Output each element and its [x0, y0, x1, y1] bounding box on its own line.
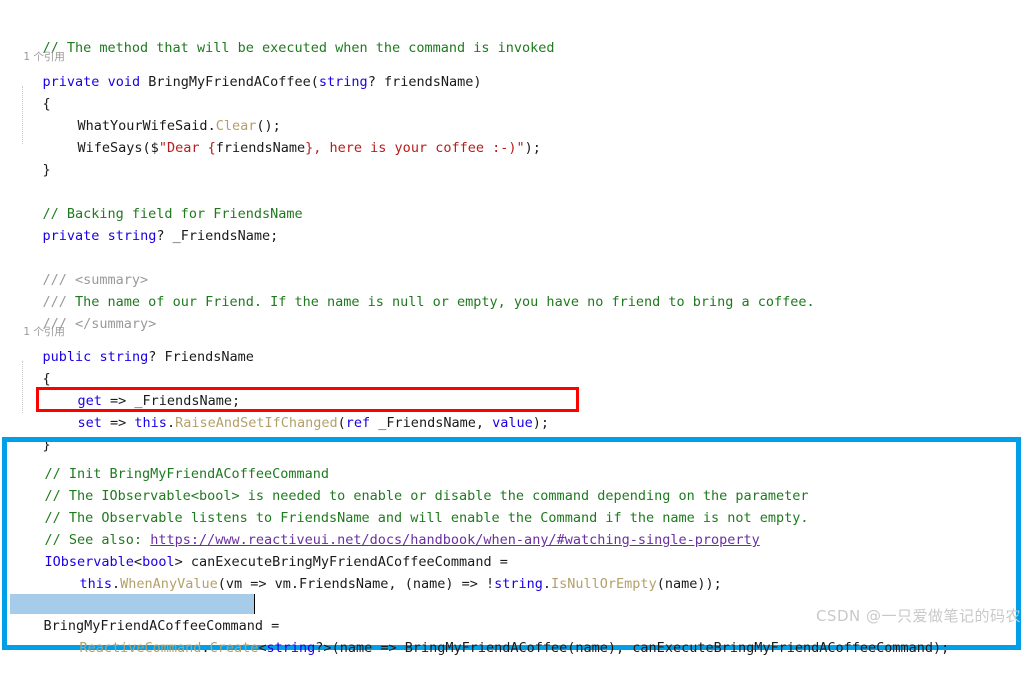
keyword-value: value: [492, 415, 533, 431]
property-name: FriendsName: [164, 349, 254, 365]
doc-summary-text: The name of our Friend. If the name is n…: [75, 294, 815, 310]
field-ref: _FriendsName,: [370, 415, 493, 431]
generic-open: <: [258, 640, 267, 656]
code-line-18[interactable]: // The IObservable<bool> is needed to en…: [12, 463, 809, 504]
quote-open: ": [158, 140, 167, 156]
method-raise-and-set-if-changed: RaiseAndSetIfChanged: [175, 415, 338, 431]
code-line-13[interactable]: {: [10, 346, 51, 387]
generic-type-string: string: [266, 640, 316, 656]
code-line-15[interactable]: set => this.RaiseAndSetIfChanged(ref _Fr…: [45, 390, 549, 431]
code-line-22[interactable]: this.WhenAnyValue(vm => vm.FriendsName, …: [47, 551, 722, 592]
open-paren: (: [217, 576, 226, 592]
nullable-marker: ?: [148, 349, 165, 365]
method-name: BringMyFriendACoffee: [148, 74, 311, 90]
code-line-9[interactable]: /// <summary>: [10, 247, 149, 288]
method-call: WifeSays: [77, 140, 143, 156]
interp-brace-open: {: [207, 140, 216, 156]
lambda-arrow: =>: [101, 415, 135, 431]
param-type: string: [318, 74, 368, 90]
call-tail: (name));: [656, 576, 722, 592]
code-line-16[interactable]: }: [10, 412, 51, 453]
call-tail: );: [532, 415, 549, 431]
code-editor[interactable]: // The method that will be executed when…: [0, 0, 1029, 658]
param-name: friendsName: [383, 74, 474, 90]
property-ref: FriendsName, (name) => !: [299, 576, 495, 592]
code-line-10[interactable]: /// The name of our Friend. If the name …: [10, 269, 815, 310]
code-line-7[interactable]: // Backing field for FriendsName: [10, 181, 303, 222]
keyword-this: this: [79, 576, 113, 592]
nullable-marker: ?: [156, 228, 173, 244]
code-line-19[interactable]: // The Observable listens to FriendsName…: [12, 485, 809, 526]
method-is-null-or-empty: IsNullOrEmpty: [551, 576, 657, 592]
code-line-8[interactable]: private string? _FriendsName;: [10, 203, 279, 244]
semicolon: ;: [270, 228, 279, 244]
keyword-set: set: [77, 415, 102, 431]
keyword-private: private: [42, 74, 100, 90]
string-part-b: , here is your coffee :-): [313, 140, 517, 156]
lambda-open: (name =>: [331, 640, 405, 656]
dot: .: [166, 415, 176, 431]
code-line-23[interactable]: BringMyFriendACoffeeCommand =: [11, 593, 280, 634]
dot: .: [112, 576, 121, 592]
code-line-21[interactable]: IObservable<bool> canExecuteBringMyFrien…: [12, 529, 508, 570]
open-dollar: ($: [142, 140, 159, 156]
method-create: Create: [209, 640, 259, 656]
nullable-marker: ?: [367, 74, 384, 90]
field-type: string: [107, 228, 157, 244]
codelens-property-references[interactable]: 1 个引用: [10, 311, 65, 338]
close-paren: ): [473, 74, 482, 90]
lambda-param: vm => vm: [225, 576, 291, 592]
brace-close: }: [42, 162, 51, 178]
code-line-2[interactable]: private void BringMyFriendACoffee(string…: [10, 49, 482, 90]
open-paren: (: [310, 74, 319, 90]
keyword-private: private: [42, 228, 100, 244]
code-line-14[interactable]: get => _FriendsName;: [45, 368, 241, 409]
string-part-a: Dear: [166, 140, 208, 156]
csdn-watermark: CSDN @一只爱做笔记的码农: [795, 587, 1021, 644]
dot: .: [201, 640, 210, 656]
open-paren: (: [337, 415, 346, 431]
class-reactive-command: ReactiveCommand: [79, 640, 202, 656]
keyword-void: void: [107, 74, 141, 90]
code-line-12[interactable]: public string? FriendsName: [10, 324, 254, 365]
code-line-3[interactable]: {: [10, 71, 51, 112]
call-tail: );: [524, 140, 541, 156]
dot: .: [290, 576, 300, 592]
code-line-20[interactable]: // See also: https://www.reactiveui.net/…: [12, 507, 760, 548]
codelens-method-references[interactable]: 1 个引用: [10, 36, 65, 63]
method-ref: BringMyFriendACoffee: [404, 640, 568, 656]
property-type: string: [99, 349, 149, 365]
watermark-text: CSDN @一只爱做笔记的码农: [815, 607, 1021, 625]
code-line-4[interactable]: WhatYourWifeSaid.Clear();: [45, 93, 281, 134]
code-line-17[interactable]: // Init BringMyFriendACoffeeCommand: [12, 441, 329, 482]
type-string: string: [494, 576, 543, 592]
keyword-this: this: [134, 415, 167, 431]
method-when-any-value: WhenAnyValue: [120, 576, 218, 592]
code-line-1[interactable]: // The method that will be executed when…: [10, 15, 555, 56]
interp-expression: friendsName: [215, 140, 306, 156]
field-name: _FriendsName: [172, 228, 271, 244]
generic-close: >: [323, 640, 332, 656]
code-line-11[interactable]: /// </summary>: [10, 291, 157, 332]
quote-close: ": [516, 140, 525, 156]
code-line-5[interactable]: WifeSays($"Dear {friendsName}, here is y…: [45, 115, 541, 156]
dot: .: [542, 576, 552, 592]
code-line-6[interactable]: }: [10, 137, 51, 178]
keyword-ref: ref: [345, 415, 371, 431]
